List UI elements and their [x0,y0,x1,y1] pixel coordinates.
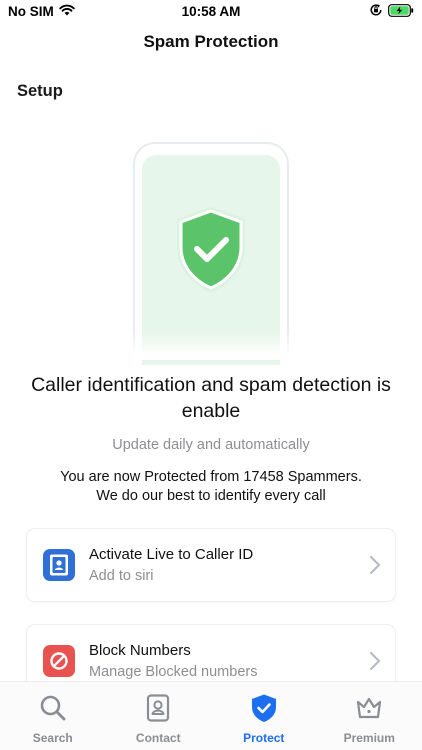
status-right [369,3,414,20]
card-title: Activate Live to Caller ID [89,546,254,563]
card-subtitle: Add to siri [89,568,154,584]
protected-note-line: We do our best to identify every call [96,488,326,504]
status-time: 10:58 AM [181,4,241,19]
tab-label: Contact [135,731,181,745]
tab-protect[interactable]: Protect [211,682,317,750]
protected-count-line: You are now Protected from 17458 Spammer… [60,469,362,485]
phone-fade [120,330,305,360]
battery-charging-icon [388,3,414,20]
tab-label: Premium [343,731,395,745]
tab-contact[interactable]: Contact [106,682,212,750]
card-title: Block Numbers [89,642,191,659]
tab-label: Search [32,731,73,745]
section-label-setup: Setup [17,82,63,100]
chevron-right-icon [369,555,381,575]
shield-check-icon [251,694,276,722]
spam-protection-screen: No SIM 10:58 AM Spam Protection Setup Ca… [0,0,422,750]
chevron-right-icon [369,651,381,671]
protection-headline: Caller identification and spam detection… [31,374,391,422]
tab-bar: Search Contact Protect Premium [0,681,422,750]
page-title: Spam Protection [143,32,279,51]
activate-caller-id-card[interactable]: Activate Live to Caller ID Add to siri [26,528,396,602]
tab-search[interactable]: Search [0,682,106,750]
crown-icon [357,697,382,719]
update-subline: Update daily and automatically [112,437,310,453]
status-bar: No SIM 10:58 AM [0,0,422,26]
contact-card-icon [147,694,170,722]
block-icon [43,645,75,677]
protected-summary: You are now Protected from 17458 Spammer… [20,468,402,506]
card-subtitle: Manage Blocked numbers [89,664,258,680]
magnifier-icon [40,695,66,721]
contact-card-icon [43,549,75,581]
orientation-lock-icon [369,3,383,20]
tab-premium[interactable]: Premium [317,682,422,750]
tab-label: Protect [243,731,285,745]
shield-check-icon [171,205,251,295]
